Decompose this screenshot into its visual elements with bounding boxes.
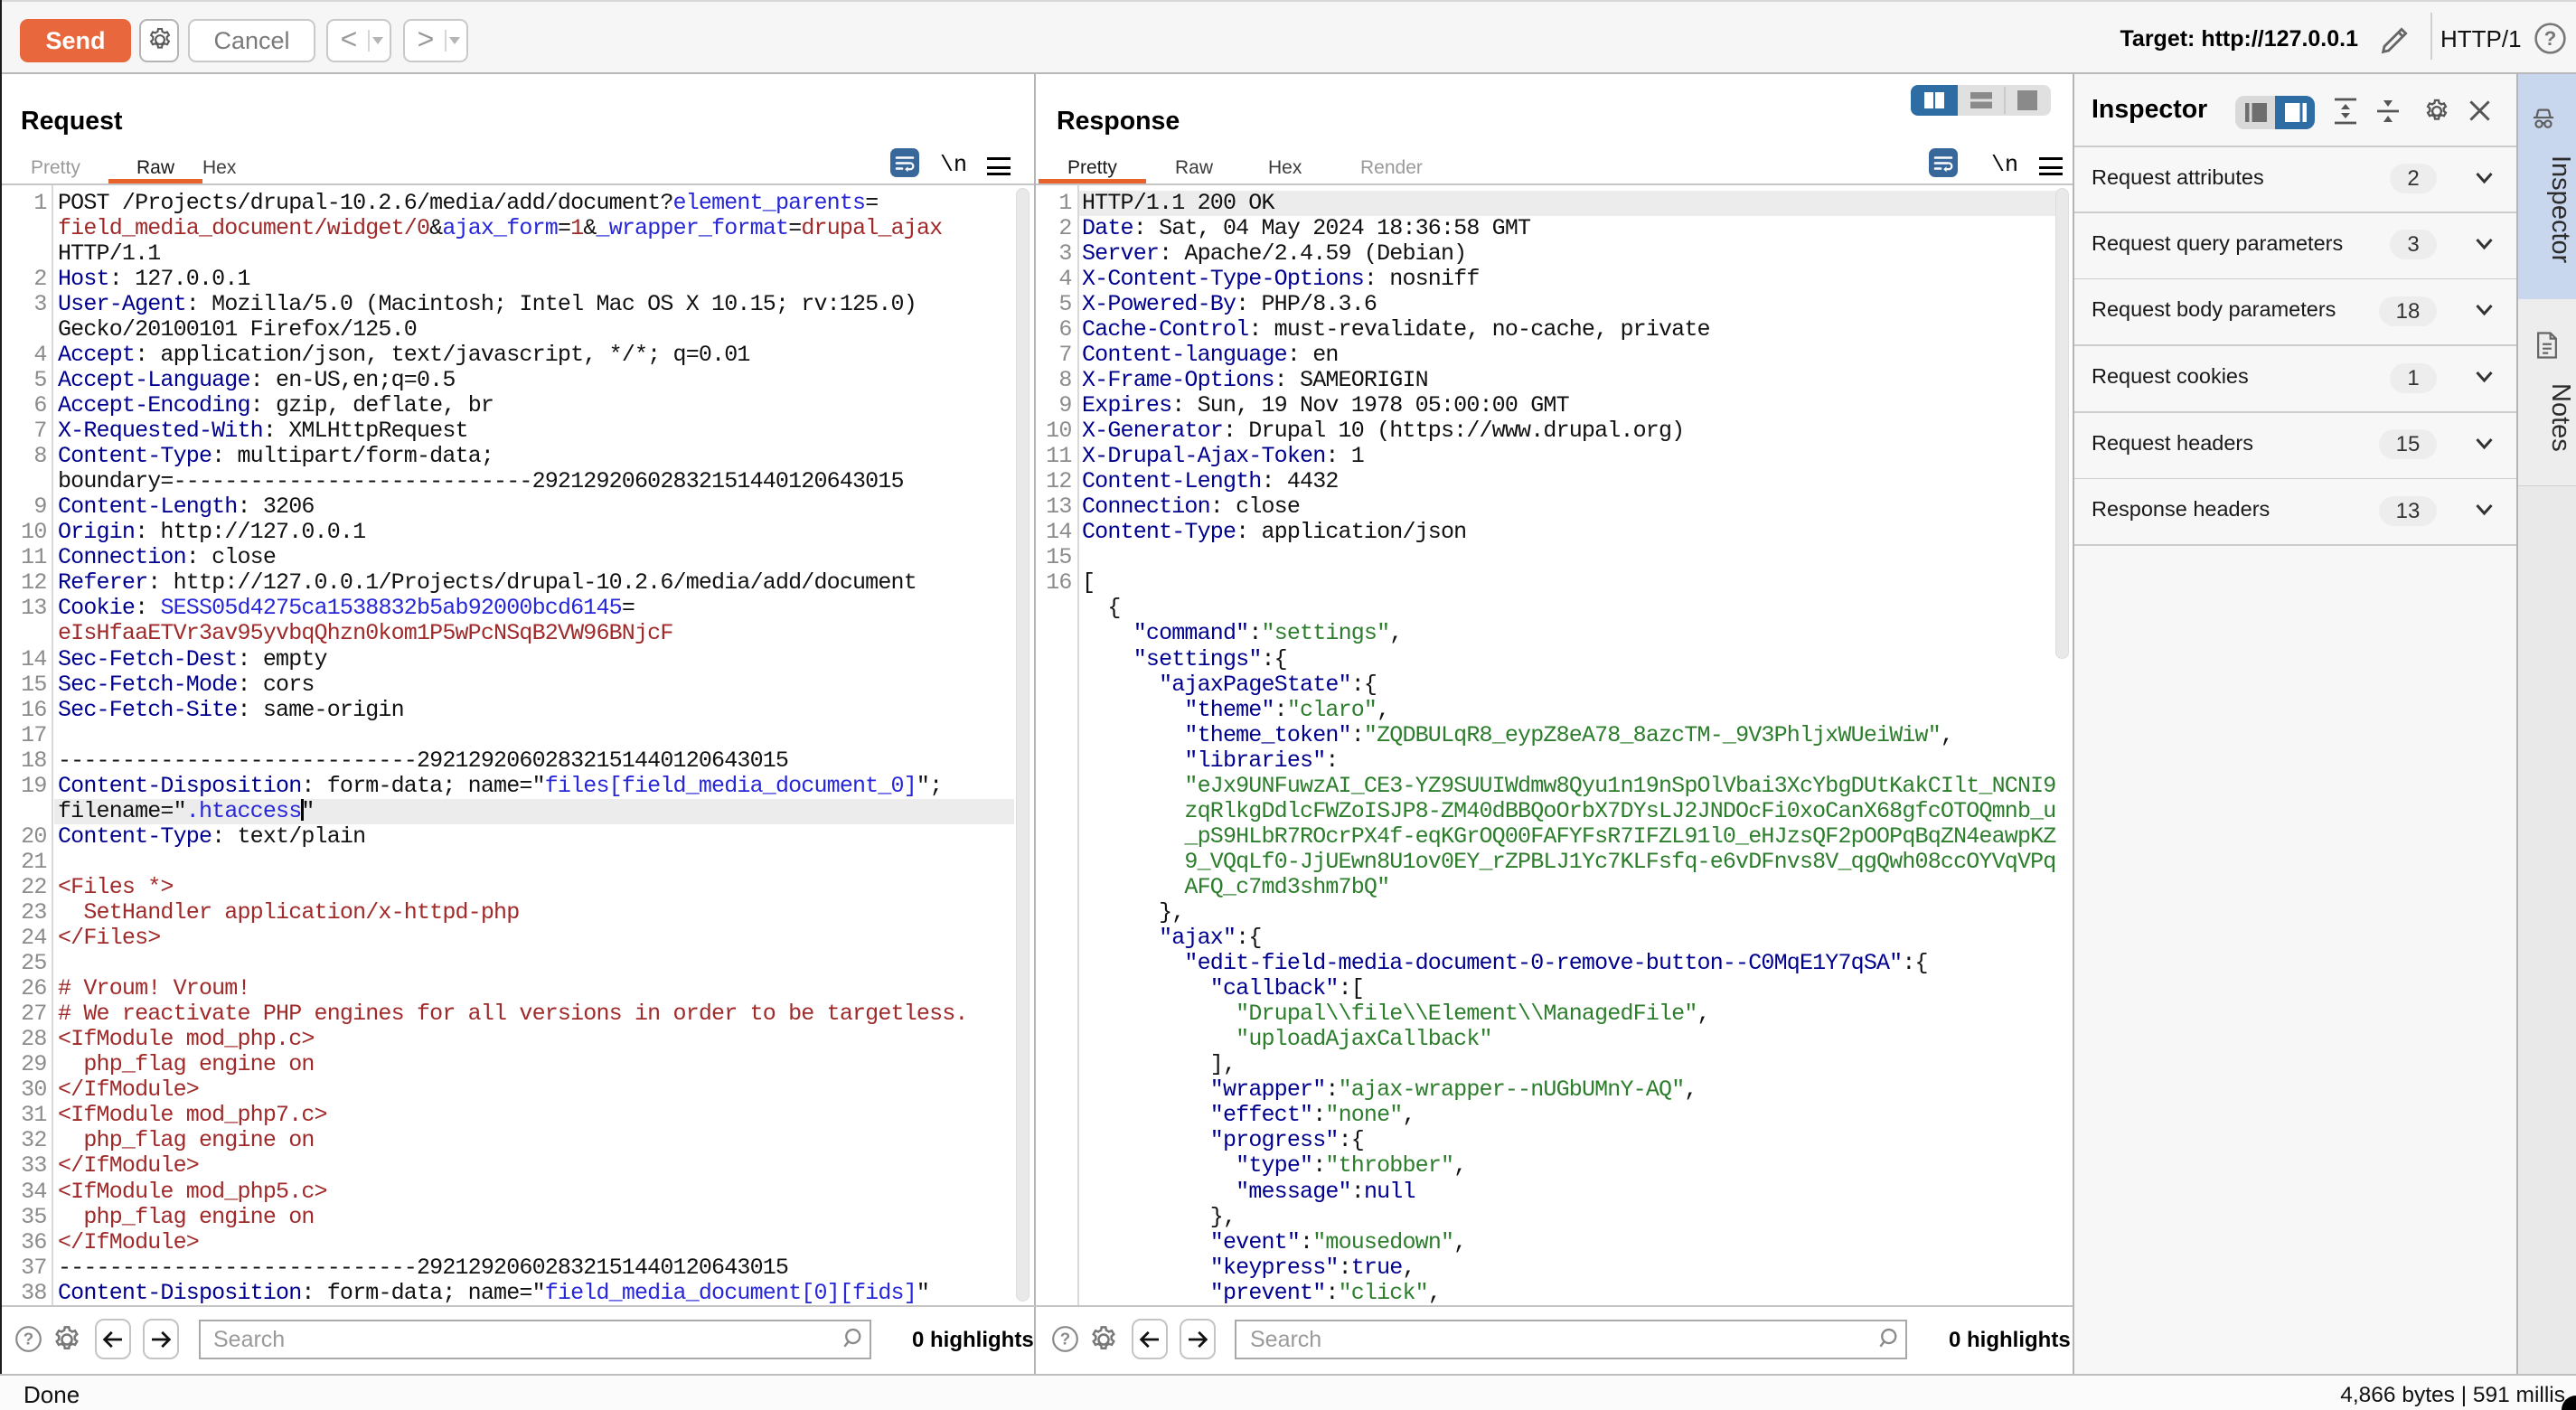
svg-text:?: ?: [24, 1330, 33, 1349]
svg-text:?: ?: [1059, 1330, 1069, 1349]
svg-text:?: ?: [2544, 27, 2557, 50]
